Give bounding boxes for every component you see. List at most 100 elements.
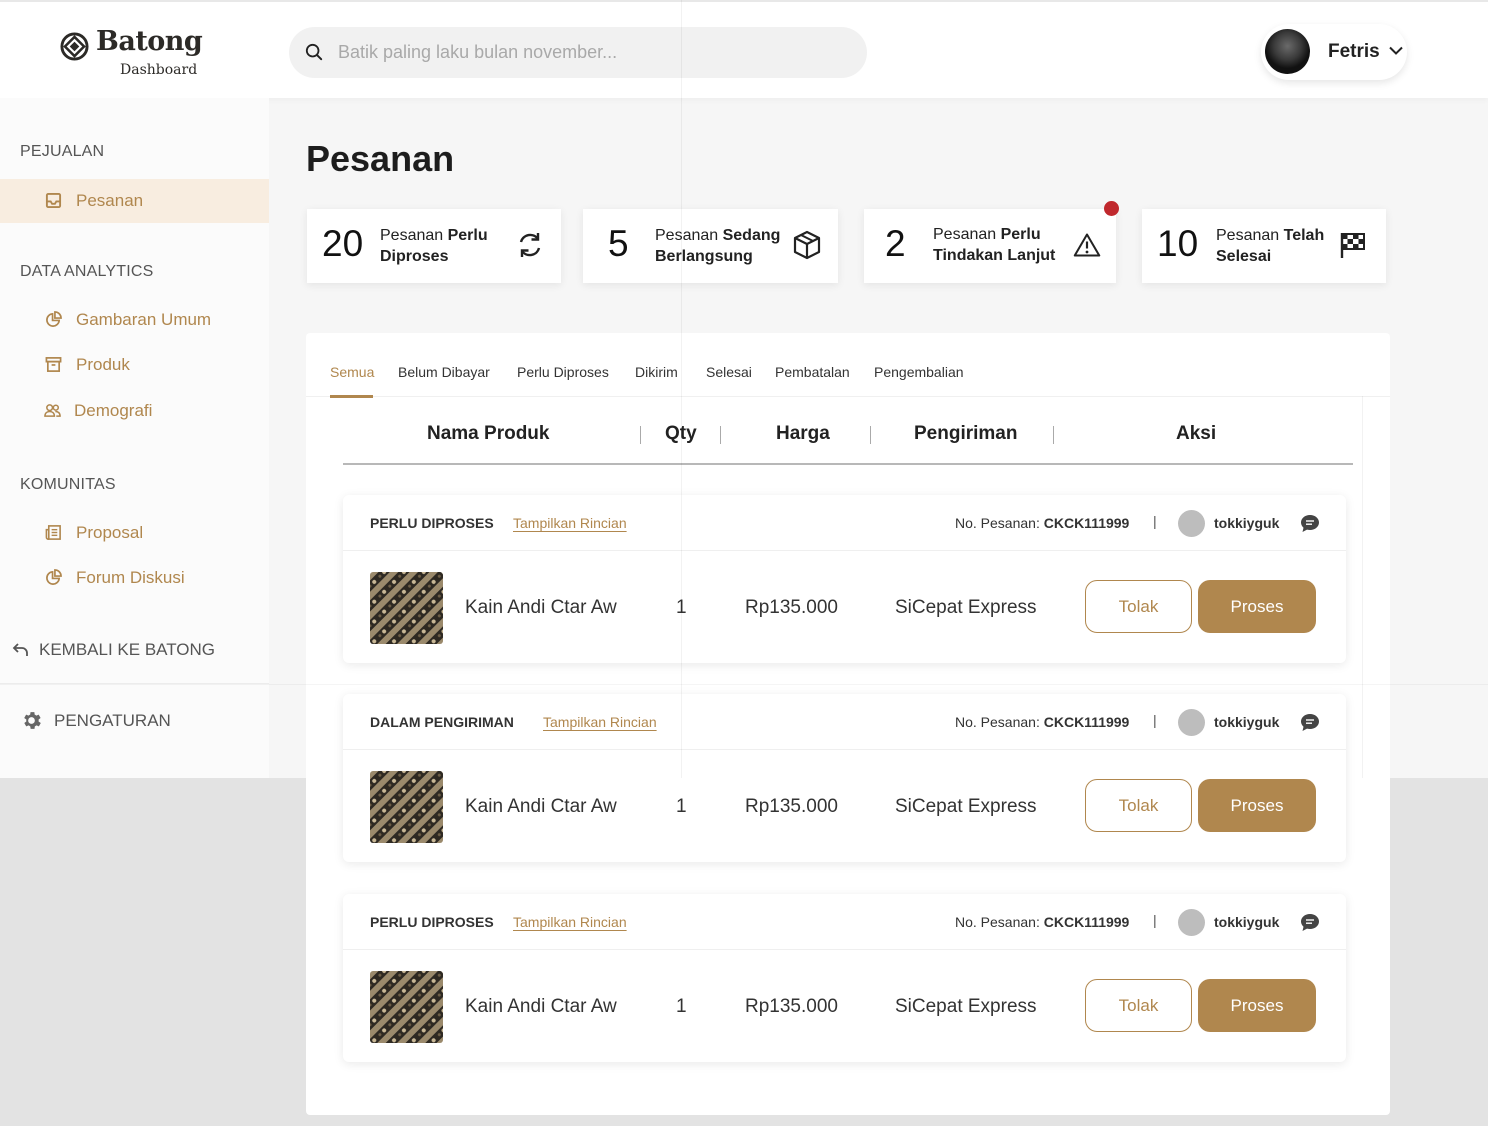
order-card: PERLU DIPROSES Tampilkan Rincian No. Pes…: [343, 894, 1346, 1062]
chat-icon[interactable]: [1300, 514, 1320, 533]
sidebar: PEJUALAN Pesanan DATA ANALYTICS Gambaran…: [0, 98, 269, 778]
stat-number: 20: [322, 223, 364, 264]
sidebar-section-title: PEJUALAN: [20, 143, 105, 160]
undo-arrow-icon: [12, 643, 28, 656]
tab-pengembalian[interactable]: Pengembalian: [874, 364, 964, 380]
sidebar-section-title: KOMUNITAS: [20, 476, 116, 493]
order-status: PERLU DIPROSES: [370, 914, 494, 930]
separator: |: [1153, 912, 1157, 928]
column-separator: [1053, 426, 1054, 444]
separator: |: [1153, 712, 1157, 728]
avatar: [1265, 29, 1310, 74]
user-menu[interactable]: Fetris: [1261, 24, 1407, 80]
process-button[interactable]: Proses: [1198, 979, 1316, 1032]
chat-icon[interactable]: [1300, 713, 1320, 732]
reject-button[interactable]: Tolak: [1085, 979, 1192, 1032]
stat-card-telah-selesai[interactable]: 10 Pesanan Telah Selesai: [1142, 209, 1386, 283]
brand-subtitle: Dashboard: [120, 62, 198, 78]
order-card-header: PERLU DIPROSES Tampilkan Rincian No. Pes…: [343, 894, 1346, 950]
order-status: DALAM PENGIRIMAN: [370, 714, 514, 730]
product-qty: 1: [676, 996, 687, 1017]
layout-guide-line: [0, 684, 1488, 685]
sidebar-item-label: Gambaran Umum: [76, 310, 212, 329]
stat-card-perlu-diproses[interactable]: 20 Pesanan Perlu Diproses: [307, 209, 561, 283]
sidebar-item-label: Forum Diskusi: [76, 568, 185, 587]
newspaper-icon: [45, 525, 61, 540]
pie-chart-icon: [46, 569, 62, 585]
order-card: PERLU DIPROSES Tampilkan Rincian No. Pes…: [343, 495, 1346, 663]
settings-label: PENGATURAN: [54, 711, 171, 730]
sidebar-item-label: Proposal: [76, 523, 144, 542]
tab-selesai[interactable]: Selesai: [706, 364, 752, 380]
stat-label-part: Pesanan: [380, 227, 448, 244]
tab-semua[interactable]: Semua: [330, 364, 374, 380]
reject-button[interactable]: Tolak: [1085, 779, 1192, 832]
order-tabs: Semua Belum Dibayar Perlu Diproses Dikir…: [306, 333, 1390, 398]
stat-label: Pesanan Perlu Diproses: [380, 225, 488, 267]
user-name: Fetris: [1328, 41, 1380, 62]
show-details-link[interactable]: Tampilkan Rincian: [513, 515, 627, 531]
stat-card-tindakan-lanjut[interactable]: 2 Pesanan Perlu Tindakan Lanjut: [864, 209, 1116, 283]
tab-pembatalan[interactable]: Pembatalan: [775, 364, 850, 380]
order-number-value: CKCK111999: [1043, 515, 1130, 531]
sidebar-item-pesanan[interactable]: Pesanan: [0, 179, 269, 223]
brand-logo[interactable]: Batong Dashboard: [60, 26, 203, 80]
tab-belum-dibayar[interactable]: Belum Dibayar: [398, 364, 490, 380]
process-button[interactable]: Proses: [1198, 580, 1316, 633]
chevron-down-icon: [1389, 46, 1403, 55]
search-bar: [289, 27, 867, 78]
tab-perlu-diproses[interactable]: Perlu Diproses: [517, 364, 609, 380]
stat-label-part: Pesanan: [1216, 227, 1284, 244]
sidebar-item-label: Produk: [76, 355, 130, 374]
separator: |: [1153, 513, 1157, 529]
stat-label-part: Perlu: [447, 227, 488, 244]
show-details-link[interactable]: Tampilkan Rincian: [543, 714, 657, 730]
sidebar-item-demografi[interactable]: Demografi: [0, 389, 269, 433]
shipping-method: SiCepat Express: [895, 597, 1037, 618]
pie-chart-icon: [46, 311, 62, 327]
customer-avatar: [1178, 510, 1205, 537]
stat-number: 2: [885, 223, 906, 264]
layout-guide-line: [681, 0, 682, 778]
product-thumbnail: [370, 771, 443, 843]
chat-icon[interactable]: [1300, 913, 1320, 932]
top-header: Batong Dashboard Fetris: [0, 0, 1488, 98]
stat-card-sedang-berlangsung[interactable]: 5 Pesanan Sedang Berlangsung: [583, 209, 838, 283]
order-number: No. Pesanan: CKCK111999: [955, 515, 1129, 531]
column-header-action: Aksi: [1176, 423, 1217, 444]
column-separator: [640, 426, 641, 444]
product-name: Kain Andi Ctar Aw: [465, 796, 617, 817]
sidebar-item-produk[interactable]: Produk: [0, 343, 269, 387]
stat-number: 10: [1157, 223, 1199, 264]
product-price: Rp135.000: [745, 796, 838, 817]
product-thumbnail: [370, 572, 443, 644]
search-input[interactable]: [338, 27, 848, 78]
process-button[interactable]: Proses: [1198, 779, 1316, 832]
stat-label-part: Diproses: [380, 248, 449, 265]
order-number-label: No. Pesanan:: [955, 714, 1040, 730]
show-details-link[interactable]: Tampilkan Rincian: [513, 914, 627, 930]
inbox-icon: [45, 192, 62, 209]
customer-avatar: [1178, 909, 1205, 936]
product-price: Rp135.000: [745, 597, 838, 618]
sidebar-item-label: Pesanan: [76, 191, 144, 210]
customer-name: tokkiyguk: [1214, 914, 1280, 930]
column-header-price: Harga: [776, 423, 830, 444]
sidebar-item-gambaran-umum[interactable]: Gambaran Umum: [0, 298, 269, 342]
users-icon: [44, 404, 61, 417]
product-qty: 1: [676, 796, 687, 817]
order-number-value: CKCK111999: [1043, 914, 1130, 930]
order-number-value: CKCK111999: [1043, 714, 1130, 730]
stat-label-part: Sedang: [722, 227, 781, 244]
warning-icon: [1073, 233, 1101, 257]
stat-label-part: Pesanan: [933, 226, 1001, 243]
tab-dikirim[interactable]: Dikirim: [635, 364, 678, 380]
sidebar-item-forum-diskusi[interactable]: Forum Diskusi: [0, 556, 269, 600]
batik-pattern-image: [370, 572, 443, 644]
customer-avatar: [1178, 709, 1205, 736]
product-thumbnail: [370, 971, 443, 1043]
orders-panel: Semua Belum Dibayar Perlu Diproses Dikir…: [306, 333, 1390, 1115]
shipping-method: SiCepat Express: [895, 996, 1037, 1017]
sidebar-item-proposal[interactable]: Proposal: [0, 511, 269, 555]
reject-button[interactable]: Tolak: [1085, 580, 1192, 633]
